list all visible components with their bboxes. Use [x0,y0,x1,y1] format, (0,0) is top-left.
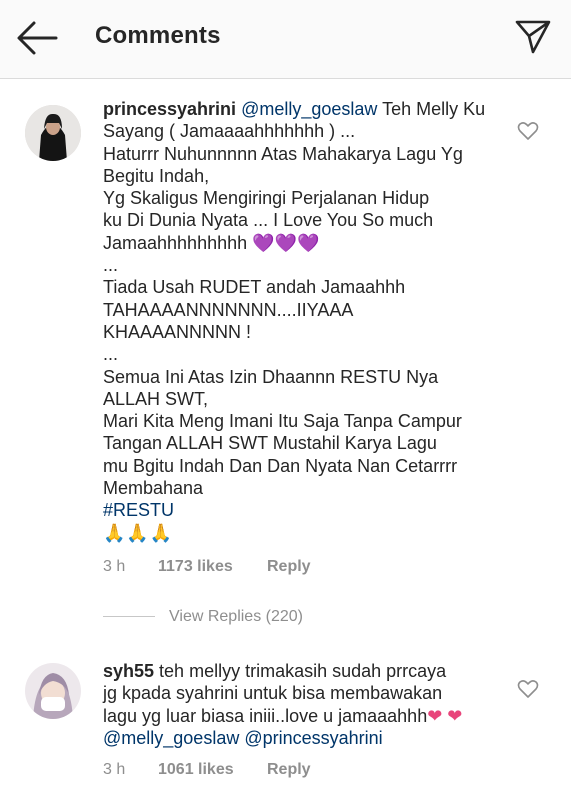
mention-link[interactable]: @melly_goeslaw [241,99,377,119]
praying-hands-emojis: 🙏🙏🙏 [103,522,174,543]
comment-time: 3 h [103,558,126,575]
comment-meta: 3 h 1173 likes Reply [103,558,311,576]
likes-count[interactable]: 1061 likes [158,761,267,779]
send-icon[interactable] [513,16,553,56]
comment-time: 3 h [103,761,126,778]
reply-button[interactable]: Reply [267,558,311,576]
comment-text: princessyahrini @melly_goeslaw Teh Melly… [103,98,503,544]
page-title: Comments [95,22,221,49]
top-bar: Comments [0,0,571,79]
heart-outline-icon[interactable] [517,679,539,699]
avatar[interactable] [25,105,81,161]
mention-link[interactable]: @princessyahrini [244,728,382,748]
comment-meta: 3 h 1061 likes Reply [103,761,311,779]
heart-outline-icon[interactable] [517,121,539,141]
reply-button[interactable]: Reply [267,761,311,779]
divider [103,616,155,618]
pink-heart-emojis: ❤ ❤ [427,705,463,726]
view-replies-button[interactable]: View Replies (220) [103,608,303,630]
purple-heart-emojis: 💜💜💜 [252,232,320,253]
back-arrow-icon[interactable] [16,20,58,56]
avatar[interactable] [25,663,81,719]
comment-username[interactable]: princessyahrini [103,99,236,119]
hashtag-link[interactable]: #RESTU [103,499,503,521]
mention-link[interactable]: @melly_goeslaw [103,728,239,748]
comment-username[interactable]: syh55 [103,661,154,681]
likes-count[interactable]: 1173 likes [158,558,267,576]
comment-text: syh55 teh mellyy trimakasih sudah prrcay… [103,661,463,748]
